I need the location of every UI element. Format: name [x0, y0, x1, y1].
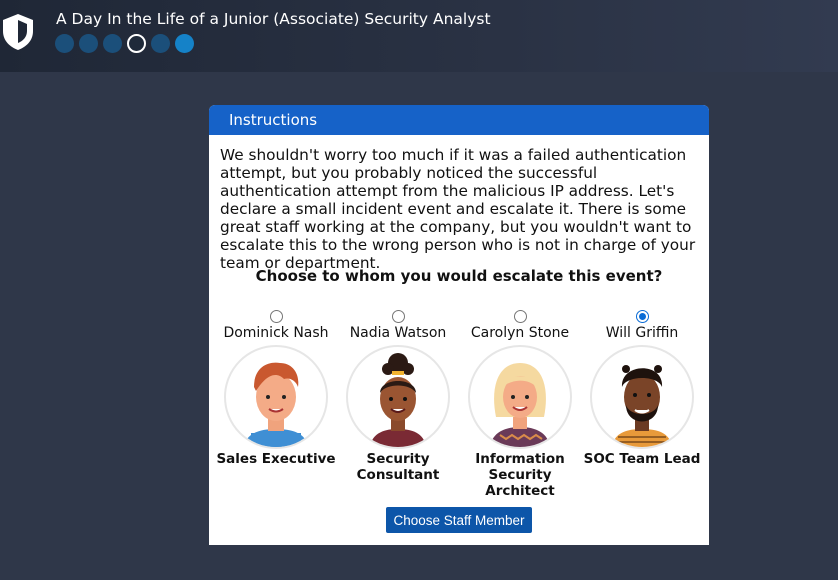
staff-name: Carolyn Stone	[470, 325, 570, 341]
staff-option-will-griffin[interactable]: Will Griffin SOC Team Lead	[581, 310, 703, 467]
avatar	[346, 345, 450, 449]
shield-icon	[3, 14, 33, 50]
room-title: A Day In the Life of a Junior (Associate…	[56, 10, 491, 28]
progress-dots	[55, 34, 194, 53]
question-text: Choose to whom you would escalate this e…	[255, 267, 663, 285]
avatar	[224, 345, 328, 449]
progress-step	[55, 34, 74, 53]
progress-step	[175, 34, 194, 53]
staff-role: Information Security Architect	[475, 451, 565, 499]
staff-radio-selected[interactable]	[635, 310, 649, 323]
staff-radio[interactable]	[513, 310, 527, 323]
instructions-card: Instructions We shouldn't worry too much…	[209, 105, 709, 545]
progress-step	[79, 34, 98, 53]
staff-option-carolyn-stone[interactable]: Carolyn Stone Information Security Archi…	[459, 310, 581, 499]
staff-role: SOC Team Lead	[583, 451, 701, 467]
instructions-text: We shouldn't worry too much if it was a …	[220, 146, 696, 272]
card-header: Instructions	[209, 105, 709, 135]
staff-role: Sales Executive	[216, 451, 336, 467]
staff-name: Will Griffin	[605, 325, 679, 341]
staff-option-dominick-nash[interactable]: Dominick Nash Sales Executive	[215, 310, 337, 467]
staff-radio[interactable]	[269, 310, 283, 323]
staff-name: Nadia Watson	[349, 325, 447, 341]
staff-radio[interactable]	[391, 310, 405, 323]
staff-name: Dominick Nash	[223, 325, 329, 341]
top-bar: A Day In the Life of a Junior (Associate…	[0, 0, 838, 72]
progress-step-current	[127, 34, 146, 53]
progress-step	[103, 34, 122, 53]
progress-step	[151, 34, 170, 53]
choose-staff-button[interactable]: Choose Staff Member	[386, 507, 532, 533]
avatar	[590, 345, 694, 449]
staff-role: Security Consultant	[356, 451, 440, 483]
avatar	[468, 345, 572, 449]
staff-option-nadia-watson[interactable]: Nadia Watson Security Consultant	[337, 310, 459, 483]
